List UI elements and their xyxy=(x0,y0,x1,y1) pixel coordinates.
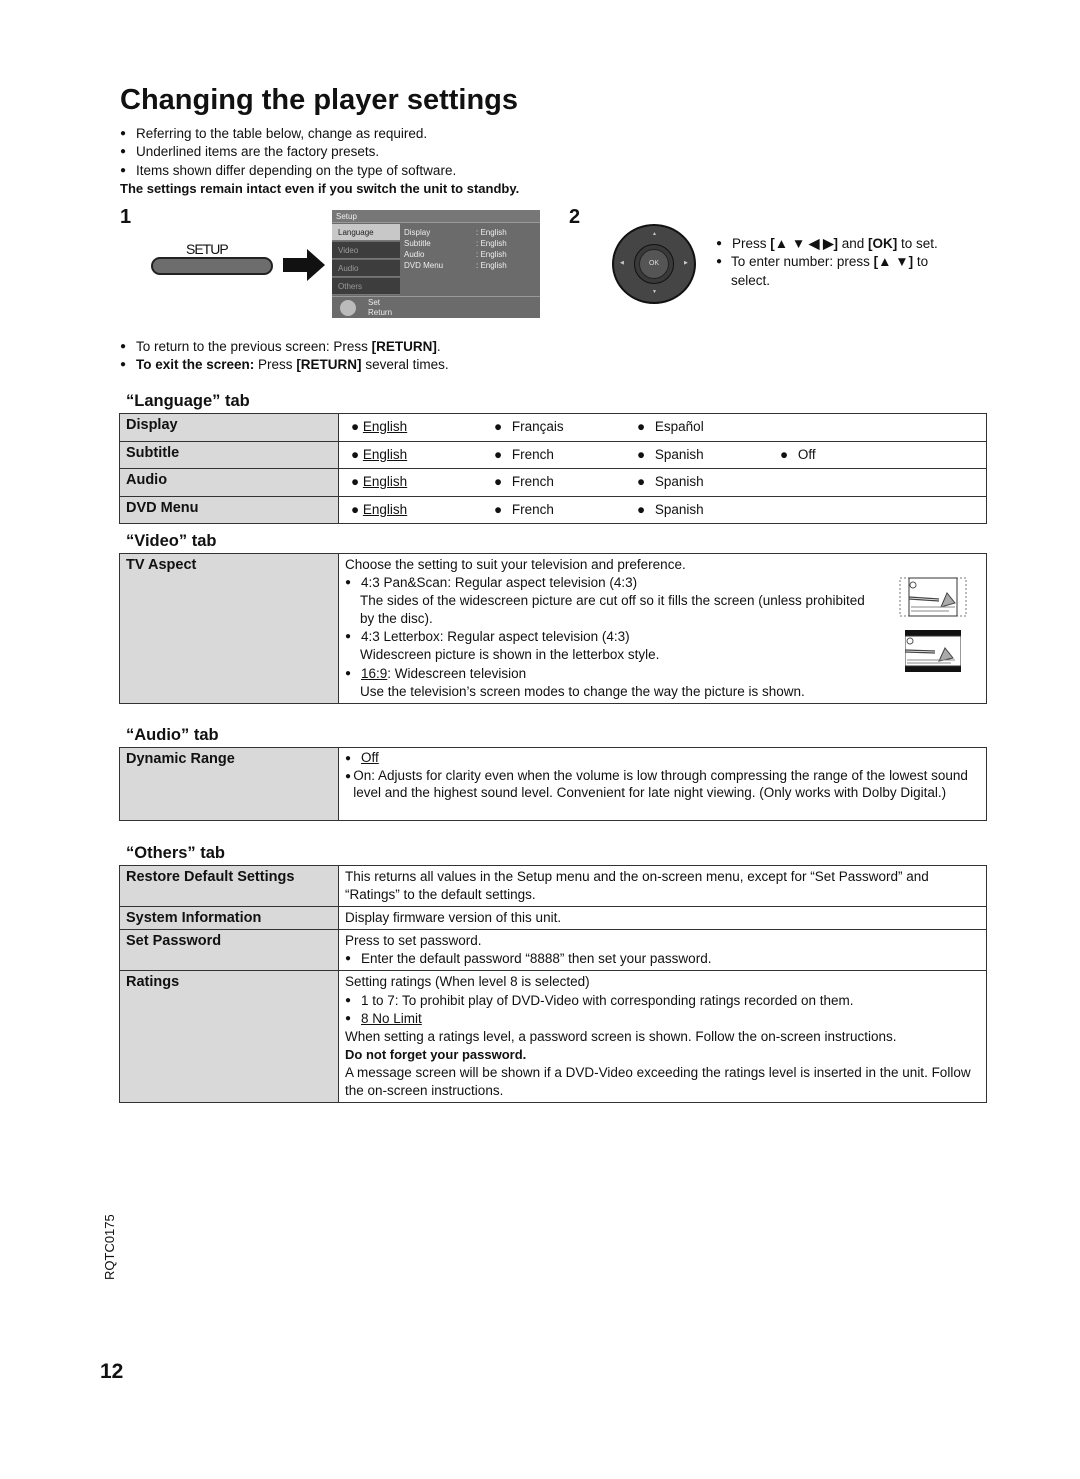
left-arrow-icon: ◀ xyxy=(620,260,624,266)
bullet-icon: ● xyxy=(120,359,127,371)
bullet-icon: ● xyxy=(120,146,127,158)
table-row: System Information Display firmware vers… xyxy=(119,906,987,931)
table-row: Set Password Press to set password. ● Ent… xyxy=(119,929,987,972)
osd-row: DVD Menu: English xyxy=(404,261,507,270)
table-row: Subtitle ● English ● French ● Spanish ● … xyxy=(119,440,987,469)
row-label: Dynamic Range xyxy=(119,747,339,821)
table-row: Display ● English ● Français ● Español xyxy=(119,413,987,442)
osd-tab-video: Video xyxy=(332,242,400,259)
letterbox-illustration-icon xyxy=(905,630,961,672)
bullet-icon: ● xyxy=(345,753,352,764)
others-tab-heading: “Others” tab xyxy=(126,844,226,862)
step-2-number: 2 xyxy=(569,206,581,228)
dpad-small-icon xyxy=(340,300,356,316)
intro-bullet: ● Referring to the table below, change as… xyxy=(120,125,519,143)
others-settings-table: Restore Default Settings This returns al… xyxy=(119,864,987,1104)
bullet-icon: ● xyxy=(345,631,352,643)
table-row: Audio ● English ● French ● Spanish xyxy=(119,468,987,497)
page-title: Changing the player settings xyxy=(120,84,518,116)
instruction-bullet: ● To enter number: press [▲ ▼] to select. xyxy=(716,253,956,290)
osd-title: Setup xyxy=(332,210,540,223)
step-1-number: 1 xyxy=(120,206,132,228)
ok-button-illustration: OK xyxy=(639,249,669,279)
bullet-icon: ● xyxy=(120,128,127,139)
row-label: DVD Menu xyxy=(119,495,339,524)
arrow-right-icon xyxy=(283,249,325,281)
table-row: Restore Default Settings This returns al… xyxy=(119,864,987,908)
osd-set-hint: Set xyxy=(368,298,381,307)
language-tab-heading: “Language” tab xyxy=(126,392,250,410)
bullet-icon: ● xyxy=(345,577,352,589)
bullet-icon: ● xyxy=(120,341,127,352)
osd-tab-audio: Audio xyxy=(332,260,400,277)
osd-row: Audio: English xyxy=(404,250,507,259)
language-settings-table: Display ● English ● Français ● Español S… xyxy=(119,413,987,524)
video-settings-table: TV Aspect Choose the setting to suit you… xyxy=(119,553,987,704)
row-label: Audio xyxy=(119,468,339,497)
osd-row: Subtitle: English xyxy=(404,239,507,248)
bullet-icon: ● xyxy=(345,1012,352,1024)
option-list: ● English ● Français ● Español xyxy=(351,419,704,434)
option-list: ● English ● French ● Spanish ● Off xyxy=(351,446,816,462)
standby-note: The settings remain intact even if you s… xyxy=(120,180,520,196)
remote-dpad-illustration: ▲ ▼ ◀ ▶ OK xyxy=(612,224,696,304)
page-number: 12 xyxy=(100,1360,124,1383)
osd-row: Display: English xyxy=(404,228,507,237)
intro-notes: ● Referring to the table below, change as… xyxy=(120,125,519,198)
setup-button-label: SETUP xyxy=(186,241,229,257)
bullet-icon: ● xyxy=(716,256,723,268)
osd-settings-list: Display: English Subtitle: English Audio… xyxy=(404,227,536,271)
document-code: RQTC0175 xyxy=(102,1214,117,1280)
table-row: DVD Menu ● English ● French ● Spanish xyxy=(119,495,987,524)
right-arrow-icon: ▶ xyxy=(684,260,688,266)
intro-bullet: ● Underlined items are the factory preset… xyxy=(120,143,519,161)
bullet-icon: ● xyxy=(345,771,352,782)
note-bullet: ● To return to the previous screen: Press… xyxy=(120,338,449,356)
osd-tab-language: Language xyxy=(332,224,400,241)
option-list: ● English ● French ● Spanish xyxy=(351,501,704,517)
row-label: Set Password xyxy=(119,929,339,972)
pan-scan-illustration-icon xyxy=(899,577,967,617)
navigation-notes: ● To return to the previous screen: Press… xyxy=(120,338,449,375)
row-label: Display xyxy=(119,413,339,442)
bullet-icon: ● xyxy=(345,953,352,965)
row-label: System Information xyxy=(119,906,339,931)
video-tab-heading: “Video” tab xyxy=(126,532,217,550)
password-warning: Do not forget your password. xyxy=(345,1046,527,1062)
option-list: ● English ● French ● Spanish xyxy=(351,474,704,489)
setup-remote-button-illustration xyxy=(151,257,273,275)
intro-bullet: ● Items shown differ depending on the typ… xyxy=(120,162,519,180)
up-arrow-icon: ▲ xyxy=(652,231,657,237)
bullet-icon: ● xyxy=(120,164,127,176)
row-label: Subtitle xyxy=(119,440,339,469)
down-arrow-icon: ▼ xyxy=(652,289,657,295)
setup-osd-menu: Setup Language Video Audio Others Displa… xyxy=(332,210,540,318)
step-2-instructions: ● Press [▲ ▼ ◀ ▶] and [OK] to set. ● To en… xyxy=(716,235,956,290)
audio-tab-heading: “Audio” tab xyxy=(126,726,219,744)
bullet-icon: ● xyxy=(345,667,352,679)
audio-settings-table: Dynamic Range ● Off ● On: Adjusts for clar… xyxy=(119,747,987,821)
osd-return-hint: Return xyxy=(368,308,393,317)
instruction-bullet: ● Press [▲ ▼ ◀ ▶] and [OK] to set. xyxy=(716,235,956,253)
row-label: TV Aspect xyxy=(119,553,339,704)
osd-footer: Set Return xyxy=(332,296,540,319)
row-label: Ratings xyxy=(119,970,339,1104)
table-row: Ratings Setting ratings (When level 8 is… xyxy=(119,970,987,1104)
row-label: Restore Default Settings xyxy=(119,864,339,908)
table-row: Dynamic Range ● Off ● On: Adjusts for clar… xyxy=(119,747,987,821)
bullet-icon: ● xyxy=(345,994,352,1006)
table-row: TV Aspect Choose the setting to suit you… xyxy=(119,553,987,704)
bullet-icon: ● xyxy=(716,238,723,249)
osd-tab-others: Others xyxy=(332,278,400,295)
note-bullet: ● To exit the screen: Press [RETURN] seve… xyxy=(120,356,449,374)
